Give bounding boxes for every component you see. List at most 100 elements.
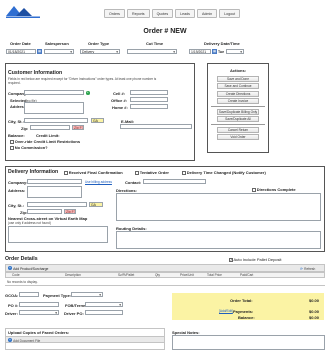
cell-label: Cell #:	[113, 91, 126, 96]
column-qty[interactable]: Qty	[155, 273, 160, 277]
driver-po-input[interactable]	[85, 310, 123, 315]
create-invoice-button[interactable]: Create Invoice	[217, 98, 259, 105]
column-price-unit[interactable]: Price/Unit	[180, 273, 194, 277]
nav-logout[interactable]: Logout	[219, 9, 241, 18]
directions-complete-label: Directions Complete	[256, 187, 296, 192]
add-product-button[interactable]: + Add Product/Surcharge	[8, 266, 48, 271]
cross-street-textarea[interactable]	[8, 226, 108, 243]
column-description[interactable]: Description	[65, 273, 81, 277]
company-logo	[6, 6, 40, 18]
zip-input[interactable]	[30, 125, 70, 130]
order-date-label: Order Date	[10, 41, 31, 46]
company-input[interactable]	[24, 90, 84, 95]
nav-quotes[interactable]: Quotes	[151, 9, 174, 18]
zip-label: Zip:	[21, 126, 29, 131]
delivery-company-label: Company:	[8, 180, 28, 185]
tentative-row: Tentative Order	[135, 170, 169, 175]
customer-note: Fields in red below are required except …	[8, 76, 157, 85]
delivery-company-input[interactable]	[27, 179, 82, 184]
add-product-label: Add Product/Surcharge	[13, 266, 49, 271]
calendar-icon[interactable]: ▦	[37, 49, 42, 54]
add-edit-payments-link[interactable]: [Add/Edit]	[219, 309, 233, 313]
delivery-address-label: Address:	[8, 188, 26, 193]
cell-input[interactable]	[130, 90, 168, 95]
directions-complete-checkbox[interactable]	[252, 188, 256, 192]
routing-textarea[interactable]	[116, 231, 321, 249]
calendar-icon[interactable]: ▦	[212, 49, 217, 54]
actions-panel: Actions: Save and Done Save and Continue…	[207, 63, 269, 153]
add-document-button[interactable]: + Add Document File	[8, 338, 40, 343]
received-final-checkbox[interactable]	[64, 171, 68, 175]
directions-textarea[interactable]	[116, 193, 321, 221]
special-notes-textarea[interactable]	[172, 335, 325, 350]
email-input[interactable]	[120, 124, 192, 129]
no-commission-checkbox[interactable]	[10, 146, 14, 150]
balance-label: Balance:	[8, 133, 25, 138]
nav-leads[interactable]: Leads	[175, 9, 195, 18]
cut-time-select[interactable]	[127, 49, 177, 54]
tentative-label: Tentative Order	[139, 170, 169, 175]
create-directions-button[interactable]: Create Directions	[217, 90, 259, 97]
customer-heading: Customer Information	[8, 70, 63, 76]
payment-type-select[interactable]	[71, 292, 103, 297]
page-title: Order # NEW	[143, 28, 187, 35]
cancel-return-button[interactable]: Cancel Return	[217, 126, 259, 133]
plus-icon: +	[8, 266, 12, 271]
delivery-city-input[interactable]	[27, 202, 87, 207]
void-order-button[interactable]: Void Order	[217, 134, 259, 141]
salesperson-label: Salesperson	[45, 41, 69, 46]
auto-pallet-row: Auto Include Pallet Deposit	[229, 257, 282, 262]
plus-icon: +	[8, 338, 12, 343]
driver-label: Driver:	[5, 311, 18, 316]
order-total-value: $0.00	[309, 298, 320, 303]
grid-empty-message: No records to display.	[7, 280, 38, 284]
column-code[interactable]: Code	[12, 273, 20, 277]
refresh-button[interactable]: ⟳ Refresh	[300, 266, 315, 271]
driver-po-label: Driver PO:	[64, 311, 84, 316]
delivery-state-input[interactable]: GA	[89, 202, 103, 207]
delivery-zip-lookup-button[interactable]: Zip F?	[64, 209, 76, 214]
save-duplicate-billing-button[interactable]: Save/Duplicate Billing Only	[217, 108, 259, 115]
save-and-continue-button[interactable]: Save and Continue	[217, 83, 259, 90]
driver-select[interactable]	[19, 310, 59, 315]
po-label: PO #:	[8, 303, 19, 308]
contact-label: Contact:	[125, 180, 142, 185]
delivery-date-input[interactable]: 1/19/2021	[189, 49, 211, 54]
column-total-price[interactable]: Total Price	[207, 273, 222, 277]
save-duplicate-all-button[interactable]: Save/Duplicate All	[217, 116, 259, 123]
office-input[interactable]	[130, 97, 168, 102]
delivery-time-select[interactable]	[226, 49, 244, 54]
nav-admin[interactable]: Admin	[196, 9, 218, 18]
zip-lookup-button[interactable]: Zip F?	[72, 125, 84, 130]
no-commission-label: No Commission?	[14, 145, 48, 150]
received-final-label: Received Final Confirmation	[68, 170, 123, 175]
delivery-zip-input[interactable]	[27, 209, 62, 214]
gcoa-input[interactable]	[19, 292, 39, 297]
order-type-select[interactable]: Delivery	[80, 49, 120, 54]
nav-reports[interactable]: Reports	[126, 9, 150, 18]
delivery-address-textarea[interactable]	[27, 186, 82, 198]
nav-orders[interactable]: Orders	[104, 9, 125, 18]
add-icon[interactable]: +	[86, 90, 90, 95]
po-input[interactable]	[19, 302, 59, 307]
address-textarea[interactable]	[24, 102, 84, 114]
use-billing-link[interactable]: Use billing address	[85, 180, 112, 184]
cut-time-label: Cut Time	[146, 41, 164, 46]
tentative-checkbox[interactable]	[135, 171, 139, 175]
override-checkbox[interactable]	[10, 140, 14, 144]
fob-terms-select[interactable]	[85, 302, 123, 307]
state-input[interactable]: GA	[91, 118, 104, 123]
payment-type-label: Payment Type:	[43, 293, 72, 298]
contact-input[interactable]	[143, 179, 206, 184]
city-input[interactable]	[24, 118, 88, 123]
order-type-label: Order Type	[88, 41, 110, 46]
save-and-done-button[interactable]: Save and Done	[217, 75, 259, 82]
column-size[interactable]: Sz/Ft/Pallet	[118, 273, 134, 277]
order-date-input[interactable]: 01/18/2021	[6, 49, 36, 54]
balance-total-value: $0.00	[309, 315, 320, 320]
home-input[interactable]	[130, 104, 168, 109]
time-changed-checkbox[interactable]	[182, 171, 186, 175]
order-details-heading: Order Details	[5, 256, 38, 262]
salesperson-select[interactable]	[44, 49, 74, 54]
column-paid-cart[interactable]: Paid/Cart	[240, 273, 253, 277]
